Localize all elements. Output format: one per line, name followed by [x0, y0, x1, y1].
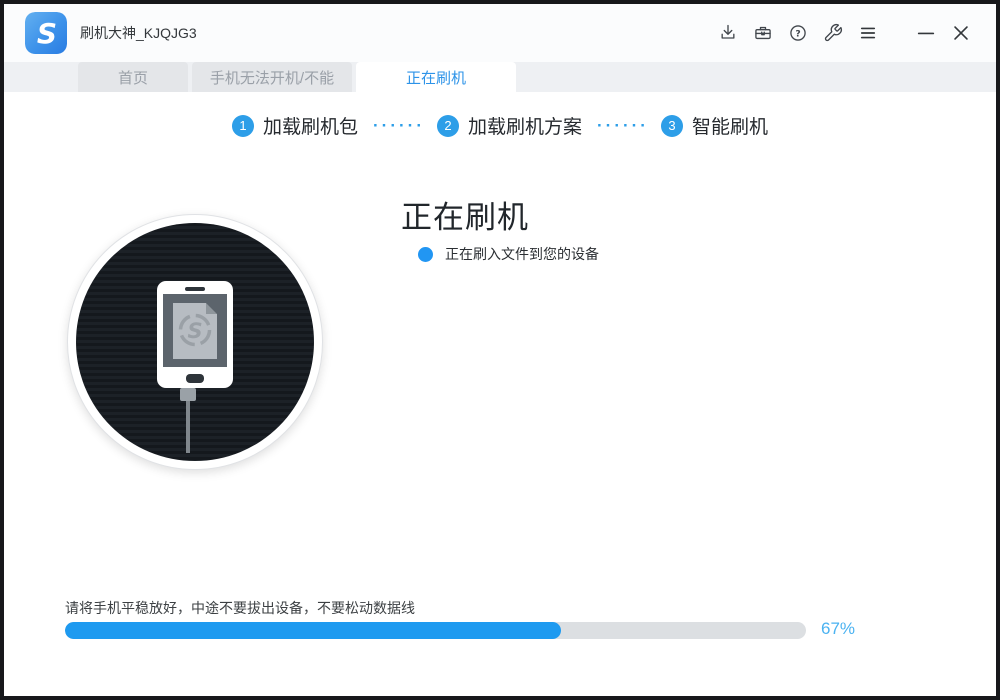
rom-file-icon: S — [173, 303, 217, 359]
step-3: 3 智能刷机 — [661, 112, 768, 139]
step-2: 2 加载刷机方案 — [437, 112, 582, 139]
tab-bar: 首页 手机无法开机/不能 正在刷机 — [4, 62, 996, 92]
help-icon[interactable]: ? — [787, 22, 809, 44]
minimize-icon[interactable] — [915, 22, 937, 44]
usb-cable — [186, 401, 190, 453]
step-1: 1 加载刷机包 — [232, 112, 358, 139]
app-logo-icon: S — [25, 12, 67, 54]
step-separator: ······ — [597, 115, 649, 137]
progress-bar — [65, 622, 806, 639]
step-2-label: 加载刷机方案 — [468, 112, 582, 139]
window-title: 刷机大神_KJQJG3 — [80, 23, 717, 43]
rom-logo-swirl-icon: S — [176, 311, 214, 349]
step-1-label: 加载刷机包 — [263, 112, 358, 139]
phone-home-button — [186, 374, 204, 383]
progress-fill — [65, 622, 561, 639]
progress-percent: 67% — [821, 619, 855, 639]
app-window: S 刷机大神_KJQJG3 ? — [0, 0, 1000, 700]
step-2-badge: 2 — [437, 115, 459, 137]
menu-icon[interactable] — [857, 22, 879, 44]
phone-illustration: S — [157, 281, 233, 388]
caution-hint: 请将手机平稳放好，中途不要拔出设备，不要松动数据线 — [65, 598, 415, 618]
titlebar-actions: ? — [717, 22, 972, 44]
wrench-icon[interactable] — [822, 22, 844, 44]
titlebar: S 刷机大神_KJQJG3 ? — [4, 4, 996, 62]
svg-text:?: ? — [795, 29, 800, 40]
tab-home[interactable]: 首页 — [78, 62, 188, 92]
main-content: 1 加载刷机包 ······ 2 加载刷机方案 ······ 3 智能刷机 — [4, 92, 996, 696]
step-separator: ······ — [373, 115, 425, 137]
step-indicator: 1 加载刷机包 ······ 2 加载刷机方案 ······ 3 智能刷机 — [4, 112, 996, 139]
phone-speaker — [185, 287, 205, 291]
phone-screen: S — [163, 294, 227, 367]
step-1-badge: 1 — [232, 115, 254, 137]
close-icon[interactable] — [950, 22, 972, 44]
usb-plug — [180, 388, 196, 401]
download-icon[interactable] — [717, 22, 739, 44]
step-3-label: 智能刷机 — [692, 112, 768, 139]
toolbox-icon[interactable] — [752, 22, 774, 44]
illustration-circle: S — [76, 223, 314, 461]
page-title: 正在刷机 — [401, 192, 529, 237]
status-dot-icon — [418, 247, 433, 262]
tab-phone-wont-boot[interactable]: 手机无法开机/不能 — [192, 62, 352, 92]
tab-flashing[interactable]: 正在刷机 — [356, 62, 516, 92]
svg-text:S: S — [187, 319, 202, 343]
status-text: 正在刷入文件到您的设备 — [445, 244, 599, 264]
flashing-illustration: S — [67, 214, 323, 470]
status-row: 正在刷入文件到您的设备 — [418, 244, 599, 264]
step-3-badge: 3 — [661, 115, 683, 137]
svg-text:S: S — [37, 17, 57, 50]
